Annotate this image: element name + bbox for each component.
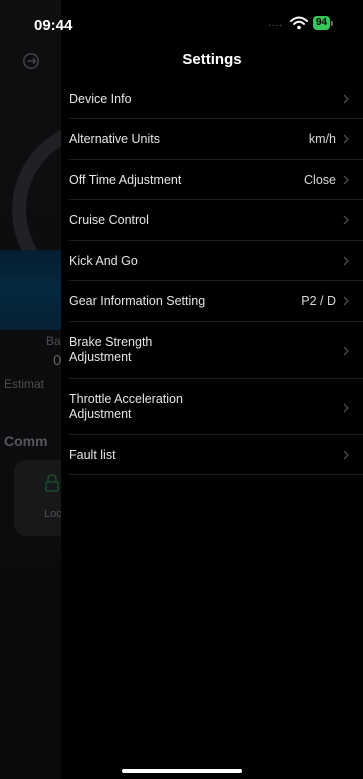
settings-item-device-info[interactable]: Device Info: [69, 79, 363, 119]
settings-list: Device Info Alternative Units km/h Off T…: [61, 79, 363, 475]
battery-cap: [331, 20, 334, 26]
chevron-right-icon: [343, 256, 349, 266]
settings-item-label: Device Info: [69, 92, 132, 106]
signal-dots: ....: [268, 18, 284, 29]
chevron-right-icon: [343, 134, 349, 144]
settings-item-label: Throttle Acceleration Adjustment: [69, 392, 183, 421]
settings-drawer: Settings Device Info Alternative Units k…: [61, 0, 363, 779]
settings-item-fault-list[interactable]: Fault list: [69, 435, 363, 475]
chevron-right-icon: [343, 450, 349, 460]
settings-item-off-time-adjustment[interactable]: Off Time Adjustment Close: [69, 160, 363, 200]
chevron-right-icon: [343, 346, 349, 356]
settings-item-cruise-control[interactable]: Cruise Control: [69, 200, 363, 241]
settings-item-label: Kick And Go: [69, 254, 138, 268]
page-title: Settings: [182, 51, 242, 68]
settings-item-brake-strength[interactable]: Brake Strength Adjustment: [69, 322, 363, 379]
chevron-right-icon: [343, 296, 349, 306]
settings-item-alternative-units[interactable]: Alternative Units km/h: [69, 119, 363, 160]
home-indicator[interactable]: [122, 769, 242, 773]
chevron-right-icon: [343, 175, 349, 185]
settings-item-kick-and-go[interactable]: Kick And Go: [69, 241, 363, 281]
settings-item-label: Brake Strength Adjustment: [69, 335, 153, 364]
settings-item-throttle-acceleration[interactable]: Throttle Acceleration Adjustment: [69, 379, 363, 435]
settings-item-value: km/h: [308, 132, 336, 146]
settings-item-gear-information[interactable]: Gear Information Setting P2 / D: [69, 281, 363, 322]
settings-item-value: P2 / D: [301, 294, 336, 308]
status-time: 09:44: [34, 17, 73, 34]
settings-item-label: Gear Information Setting: [69, 294, 206, 308]
wifi-icon: [290, 16, 308, 30]
settings-item-label: Off Time Adjustment: [69, 173, 182, 187]
chevron-right-icon: [343, 94, 349, 104]
settings-item-label: Cruise Control: [69, 213, 149, 227]
chevron-right-icon: [343, 215, 349, 225]
settings-item-label: Alternative Units: [69, 132, 161, 146]
battery-level: 94: [313, 16, 331, 30]
status-bar: 09:44 .... 94: [0, 0, 363, 44]
chevron-right-icon: [343, 403, 349, 413]
battery-indicator: 94: [313, 16, 334, 30]
settings-item-label: Fault list: [69, 448, 116, 462]
settings-item-value: Close: [304, 173, 336, 187]
